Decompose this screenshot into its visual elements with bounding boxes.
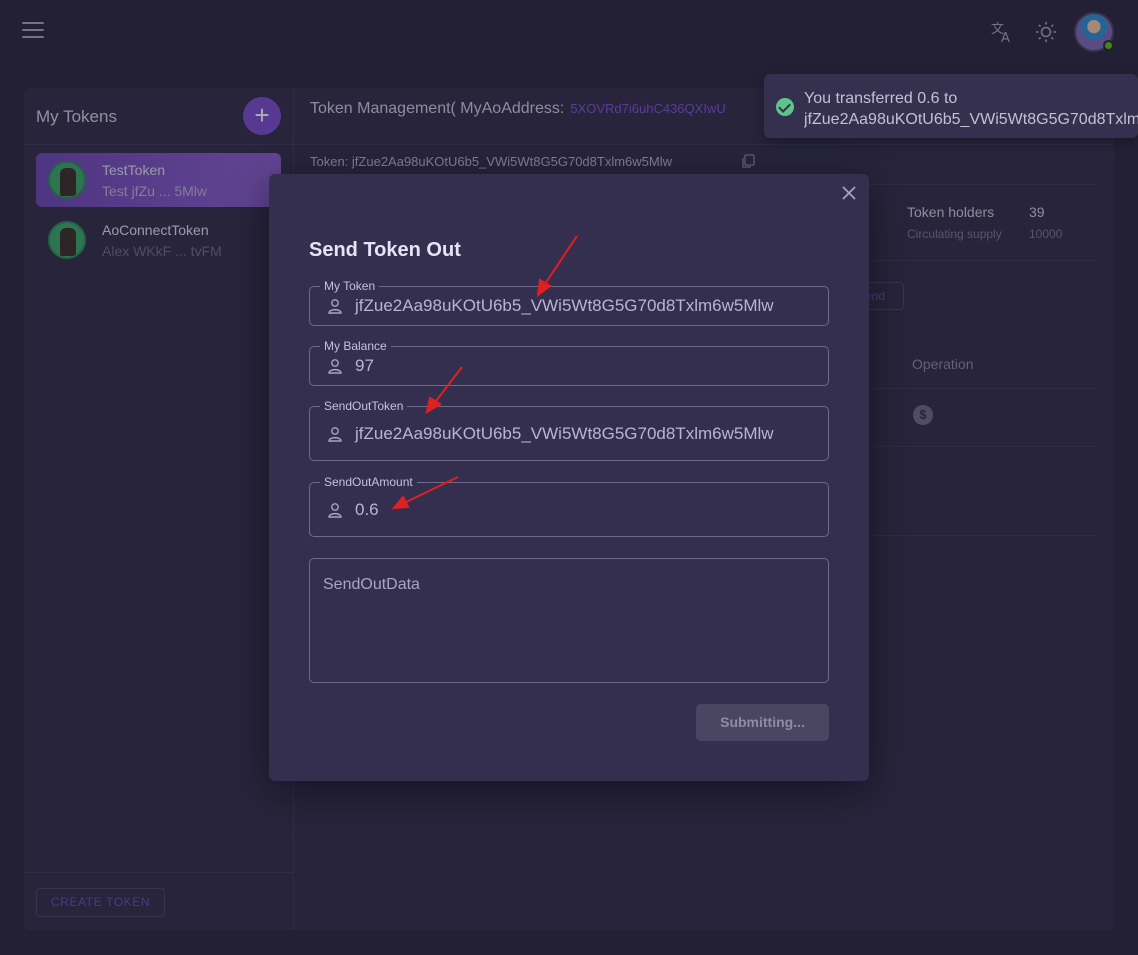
check-circle-icon	[776, 98, 794, 116]
field-label: SendOutAmount	[320, 475, 417, 489]
send-token-dialog: Send Token Out My Token jfZue2Aa98uKOtU6…	[269, 174, 869, 781]
field-label: My Balance	[320, 339, 391, 353]
toast-line-1: You transferred 0.6 to	[804, 90, 958, 107]
dialog-title: Send Token Out	[309, 239, 461, 261]
field-value: 0.6	[355, 500, 379, 519]
close-icon[interactable]	[840, 184, 858, 202]
field-value: jfZue2Aa98uKOtU6b5_VWi5Wt8G5G70d8Txlm6w5…	[355, 296, 774, 315]
send-out-token-field[interactable]: SendOutToken jfZue2Aa98uKOtU6b5_VWi5Wt8G…	[309, 399, 829, 461]
my-balance-field[interactable]: My Balance 97	[309, 339, 829, 386]
user-icon	[326, 501, 344, 519]
send-out-amount-field[interactable]: SendOutAmount 0.6	[309, 475, 829, 537]
textarea-placeholder: SendOutData	[323, 576, 420, 593]
toast-line-2: jfZue2Aa98uKOtU6b5_VWi5Wt8G5G70d8Txlm6w5…	[804, 111, 1138, 128]
field-label: My Token	[320, 279, 380, 293]
submit-button[interactable]: Submitting...	[696, 704, 829, 741]
user-icon	[326, 425, 344, 443]
send-out-data-textarea[interactable]: SendOutData	[309, 558, 829, 683]
user-icon	[326, 297, 344, 315]
field-value: 97	[355, 356, 374, 375]
toast-message: You transferred 0.6 to jfZue2Aa98uKOtU6b…	[804, 88, 1138, 130]
field-value: jfZue2Aa98uKOtU6b5_VWi5Wt8G5G70d8Txlm6w5…	[355, 424, 774, 443]
success-toast: You transferred 0.6 to jfZue2Aa98uKOtU6b…	[764, 74, 1138, 138]
field-label: SendOutToken	[320, 399, 408, 413]
user-icon	[326, 357, 344, 375]
my-token-field[interactable]: My Token jfZue2Aa98uKOtU6b5_VWi5Wt8G5G70…	[309, 279, 829, 326]
